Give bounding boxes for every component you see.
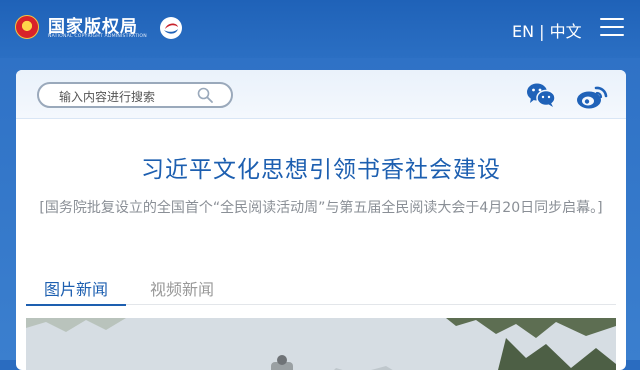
search-icon[interactable] [197, 87, 213, 103]
card-toolbar [16, 70, 626, 119]
article-subtitle: [国务院批复设立的全国首个“全民阅读活动周”与第五届全民阅读大会于4月20日同步… [39, 200, 603, 216]
search-input[interactable] [57, 87, 201, 107]
search-box [37, 82, 233, 108]
national-emblem-icon [15, 15, 39, 39]
news-tabs: 图片新闻 视频新闻 [26, 270, 616, 306]
photo-scene [26, 318, 616, 370]
tab-photo-news[interactable]: 图片新闻 [26, 276, 126, 306]
copyright-logo-icon [160, 17, 182, 39]
site-subtitle: NATIONAL COPYRIGHT ADMINISTRATION [48, 34, 147, 39]
lang-en-link[interactable]: EN [512, 22, 534, 41]
tab-video-news[interactable]: 视频新闻 [144, 276, 220, 304]
language-switch: EN | 中文 [512, 18, 582, 42]
menu-icon[interactable] [600, 18, 624, 38]
article-title[interactable]: 习近平文化思想引领书香社会建设 [16, 150, 626, 184]
news-photo[interactable] [26, 318, 616, 370]
wechat-icon[interactable] [526, 82, 556, 108]
weibo-icon[interactable] [576, 82, 608, 110]
lang-separator: | [539, 22, 545, 41]
lang-zh-link[interactable]: 中文 [550, 22, 582, 41]
content-card: 习近平文化思想引领书香社会建设 [国务院批复设立的全国首个“全民阅读活动周”与第… [16, 70, 626, 370]
site-header: 国家版权局 NATIONAL COPYRIGHT ADMINISTRATION … [0, 0, 640, 58]
